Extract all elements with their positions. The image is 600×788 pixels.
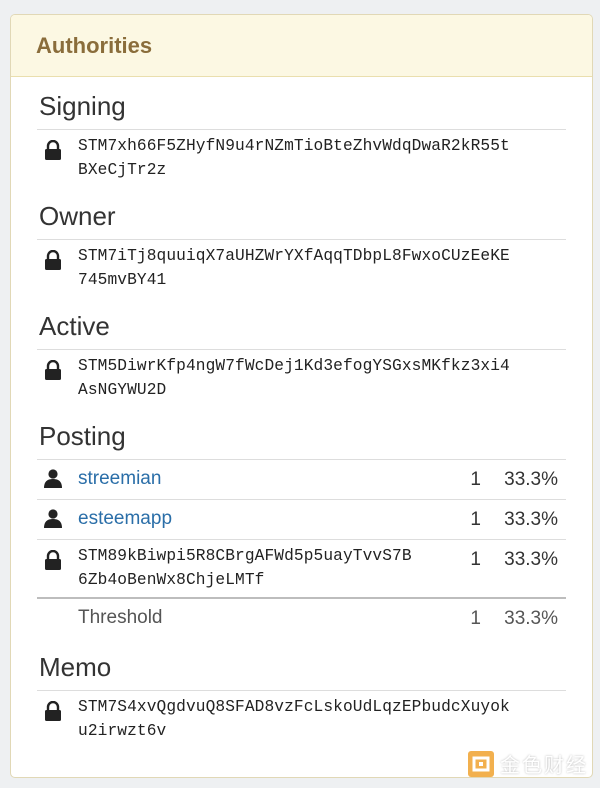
signing-key-row: STM7xh66F5ZHyfN9u4rNZmTioBteZhvWdqDwaR2k… (37, 129, 566, 187)
account-link-esteemapp[interactable]: esteemapp (78, 504, 172, 534)
panel-header: Authorities (11, 15, 592, 77)
lock-icon (45, 701, 61, 721)
owner-public-key: STM7iTj8quuiqX7aUHZWrYXfAqqTDbpL8FwxoCUz… (78, 247, 510, 289)
lock-icon (45, 550, 61, 570)
panel-title: Authorities (36, 32, 153, 58)
panel-body: Signing STM7xh66F5ZHyfN9u4rNZmTioBteZhvW… (11, 77, 592, 748)
section-title-signing: Signing (39, 91, 126, 121)
active-public-key: STM5DiwrKfp4ngW7fWcDej1Kd3efogYSGxsMKfkz… (78, 357, 510, 399)
threshold-weight: 1 (470, 608, 481, 629)
account-percent: 33.3% (504, 469, 558, 490)
lock-icon (45, 140, 61, 160)
watermark: 金色财经 (468, 749, 588, 778)
signing-public-key: STM7xh66F5ZHyfN9u4rNZmTioBteZhvWdqDwaR2k… (78, 137, 510, 179)
active-key-row: STM5DiwrKfp4ngW7fWcDej1Kd3efogYSGxsMKfkz… (37, 349, 566, 407)
posting-public-key: STM89kBiwpi5R8CBrgAFWd5p5uayTvvS7B 6Zb4o… (78, 547, 412, 589)
posting-key-row: STM89kBiwpi5R8CBrgAFWd5p5uayTvvS7B 6Zb4o… (37, 539, 566, 597)
lock-icon (45, 250, 61, 270)
threshold-label: Threshold (78, 607, 163, 628)
user-icon (44, 509, 62, 528)
section-title-posting: Posting (39, 421, 126, 451)
lock-icon (45, 360, 61, 380)
account-weight: 1 (470, 509, 481, 530)
key-percent: 33.3% (504, 549, 558, 570)
posting-threshold-row: Threshold 1 33.3% (37, 597, 566, 638)
memo-key-row: STM7S4xvQgdvuQ8SFAD8vzFcLskoUdLqzEPbudcX… (37, 690, 566, 748)
watermark-text: 金色财经 (500, 755, 588, 777)
account-percent: 33.3% (504, 509, 558, 530)
section-title-owner: Owner (39, 201, 116, 231)
posting-account-row: streemian 1 33.3% (37, 459, 566, 499)
account-weight: 1 (470, 469, 481, 490)
threshold-percent: 33.3% (504, 608, 558, 629)
section-title-active: Active (39, 311, 110, 341)
memo-public-key: STM7S4xvQgdvuQ8SFAD8vzFcLskoUdLqzEPbudcX… (78, 698, 510, 740)
section-title-memo: Memo (39, 652, 112, 682)
authorities-panel: Authorities Signing STM7xh66F5ZHyfN9u4rN… (10, 14, 593, 778)
owner-key-row: STM7iTj8quuiqX7aUHZWrYXfAqqTDbpL8FwxoCUz… (37, 239, 566, 297)
user-icon (44, 469, 62, 488)
key-weight: 1 (470, 549, 481, 570)
posting-account-row: esteemapp 1 33.3% (37, 499, 566, 539)
account-link-streemian[interactable]: streemian (78, 464, 161, 494)
jinse-logo-icon (468, 750, 494, 777)
